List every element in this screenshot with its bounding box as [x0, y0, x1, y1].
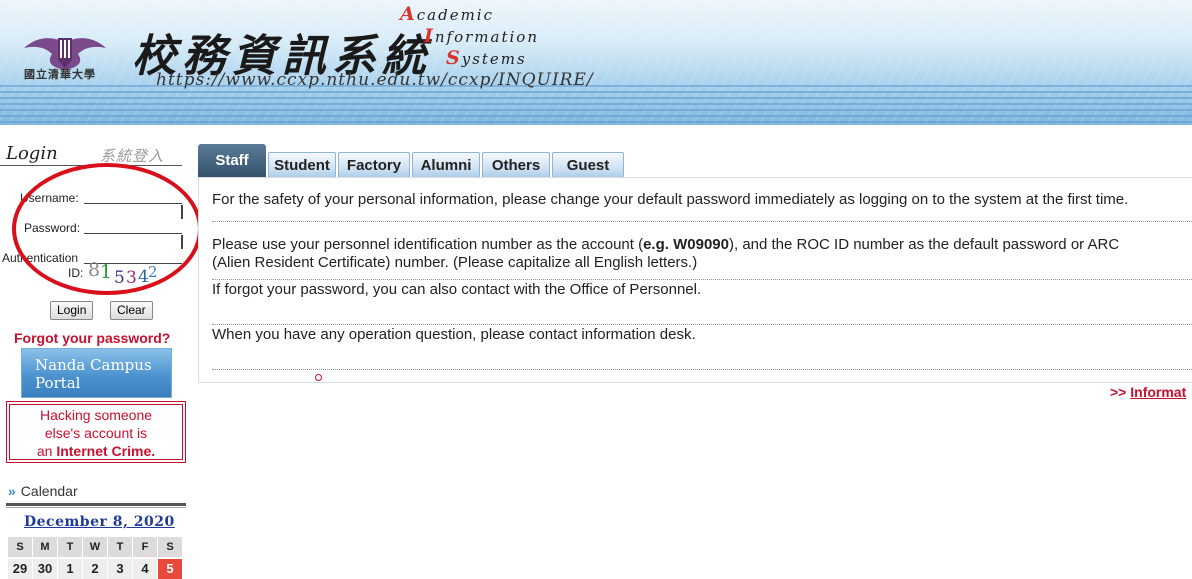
tab-others[interactable]: Others	[482, 152, 550, 178]
calendar-grid: S M T W T F S 29 30 1 2 3 4 5	[8, 537, 186, 579]
calendar-dow: T	[58, 537, 82, 557]
tab-student[interactable]: Student	[268, 152, 336, 178]
login-button[interactable]: Login	[50, 301, 94, 320]
login-title: Login	[6, 143, 58, 164]
login-header: Login 系統登入	[0, 143, 182, 166]
message-forgot: If forgot your password, you can also co…	[212, 281, 702, 298]
password-underline	[84, 233, 182, 234]
calendar-day[interactable]: 2	[83, 559, 107, 579]
calendar-divider	[6, 503, 186, 506]
username-border	[181, 205, 183, 219]
separator	[212, 324, 1192, 325]
calendar-title: Calendar	[20, 483, 78, 499]
header-banner: 國立清華大學 校務資訊系統 Academic Information Syste…	[0, 0, 1192, 125]
auth-label: Authentication	[2, 251, 79, 265]
separator	[212, 279, 1192, 280]
tab-alumni[interactable]: Alumni	[412, 152, 480, 178]
banner-stripes	[0, 85, 1192, 125]
password-label: Password:	[24, 221, 81, 235]
message-help: When you have any operation question, pl…	[212, 326, 696, 343]
nanda-line2: Portal	[35, 374, 81, 392]
username-label: Username:	[20, 191, 79, 205]
calendar-day[interactable]: 30	[33, 559, 57, 579]
calendar-dow: S	[8, 537, 32, 557]
username-underline	[84, 203, 182, 204]
calendar-month-link[interactable]: December 8, 2020	[24, 514, 175, 530]
tab-staff[interactable]: Staff	[198, 144, 266, 185]
nanda-line1: Nanda Campus	[35, 356, 152, 374]
hack-line2: else's account is	[44, 425, 148, 441]
calendar-dow: F	[133, 537, 157, 557]
information-link[interactable]: >> Informat	[1110, 384, 1186, 400]
forgot-password-link[interactable]: Forgot your password?	[14, 330, 170, 346]
clear-button[interactable]: Clear	[110, 301, 153, 320]
captcha-image: 8 1 5 3 4 2	[88, 259, 158, 288]
separator	[212, 369, 1192, 370]
logo-caption: 國立清華大學	[24, 68, 96, 81]
password-input[interactable]	[84, 217, 180, 231]
sidebar: Login 系統登入 Username: Password: Authentic…	[0, 125, 186, 579]
username-input[interactable]	[84, 187, 180, 201]
staff-info-panel: For the safety of your personal informat…	[198, 177, 1192, 383]
tab-factory[interactable]: Factory	[338, 152, 410, 178]
calendar-day[interactable]: 4	[133, 559, 157, 579]
calendar-arrow-icon: »	[8, 483, 16, 499]
calendar-day-highlighted[interactable]: 5	[158, 559, 182, 579]
calendar-divider-thin	[6, 507, 186, 508]
tab-guest[interactable]: Guest	[552, 152, 624, 178]
auth-id-label: ID:	[68, 266, 84, 280]
calendar-dow: T	[108, 537, 132, 557]
system-url: https://www.ccxp.nthu.edu.tw/ccxp/INQUIR…	[156, 70, 594, 90]
calendar-dow: W	[83, 537, 107, 557]
hack-line3: an Internet Crime.	[36, 443, 156, 459]
calendar-day[interactable]: 1	[58, 559, 82, 579]
calendar-day[interactable]: 29	[8, 559, 32, 579]
password-border	[181, 235, 183, 249]
login-title-zh: 系統登入	[100, 147, 165, 165]
calendar-day[interactable]: 3	[108, 559, 132, 579]
separator	[212, 221, 1192, 222]
system-title-en: Academic Information Systems	[400, 3, 539, 69]
hack-line1: Hacking someone	[39, 407, 153, 423]
calendar-dow: S	[158, 537, 182, 557]
calendar-heading: » Calendar	[8, 483, 78, 499]
calendar-dow: M	[33, 537, 57, 557]
marker-dot-icon	[315, 374, 322, 381]
hacking-warning: Hacking someone else's account is an Int…	[6, 401, 186, 463]
message-account: Please use your personnel identification…	[212, 236, 1120, 271]
nanda-portal-button[interactable]: Nanda Campus Portal	[21, 348, 172, 398]
message-safety: For the safety of your personal informat…	[212, 191, 1129, 208]
